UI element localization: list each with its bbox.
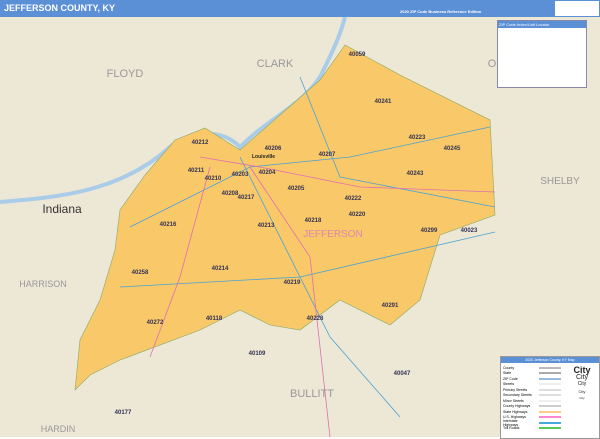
zip-label: 40212	[192, 140, 209, 146]
region-label: CLARK	[257, 58, 294, 70]
region-label: HARDIN	[41, 424, 76, 434]
legend-label: State Highways	[503, 409, 528, 414]
city-sample-smallest: City	[579, 396, 585, 400]
city-sample-smaller: City	[578, 389, 586, 394]
legend-swatch	[539, 377, 561, 380]
zip-label: 40059	[349, 52, 366, 58]
edition-label: 2020 ZIP Code Business Reference Edition	[400, 9, 482, 14]
legend-swatch	[539, 427, 561, 430]
zip-label: 40118	[206, 316, 223, 322]
legend-swatch	[539, 421, 561, 424]
legend-swatch	[539, 410, 561, 413]
city-sample-small: City	[577, 381, 587, 387]
zip-label: 40204	[259, 170, 276, 176]
zip-label: 40217	[238, 195, 255, 201]
legend-label: Secondary Streets	[503, 393, 532, 398]
legend-label: County Highways	[503, 404, 531, 409]
legend-title: 2020 Jefferson County, KY Map	[501, 357, 599, 363]
zip-label: 40299	[421, 228, 438, 234]
zip-label: 40207	[319, 152, 336, 158]
zip-label: 40222	[345, 196, 362, 202]
region-label: JEFFERSON	[303, 229, 362, 240]
publisher-logo	[555, 1, 599, 16]
legend-swatch	[539, 405, 561, 408]
zip-table-title: ZIP Code Index/Unit Locator	[498, 21, 586, 28]
zip-label: 40223	[409, 135, 426, 141]
zip-label: 40203	[232, 172, 249, 178]
legend-swatch	[539, 399, 561, 402]
zip-label: 40023	[461, 228, 478, 234]
legend-swatch	[539, 394, 561, 397]
zip-label: 40291	[382, 303, 399, 309]
region-label: Indiana	[42, 202, 82, 216]
legend-line-items: County State ZIP Code Streets Primary Street…	[501, 365, 561, 431]
legend-swatch	[539, 416, 561, 419]
map-header: JEFFERSON COUNTY, KY 2020 ZIP Code Busin…	[0, 0, 600, 17]
zip-label: 40211	[188, 168, 205, 174]
zip-label: 40245	[444, 146, 461, 152]
legend-swatch	[539, 372, 561, 375]
zip-label: 40206	[265, 146, 282, 152]
legend-label: State	[503, 371, 512, 376]
zip-label: 40208	[222, 191, 239, 197]
region-label: FLOYD	[107, 68, 144, 80]
legend-label: Toll Roads	[503, 426, 520, 431]
zip-label: 40272	[147, 320, 164, 326]
legend-swatch	[539, 388, 561, 391]
zip-label: 40228	[307, 316, 324, 322]
region-label: O	[488, 58, 497, 70]
map-legend: 2020 Jefferson County, KY Map County Stat…	[500, 356, 600, 439]
map-title: JEFFERSON COUNTY, KY	[4, 3, 116, 13]
zip-label: 40210	[205, 176, 222, 182]
zip-label: 40218	[305, 218, 322, 224]
zip-label: 40220	[349, 212, 366, 218]
legend-label: Minor Streets	[503, 398, 524, 403]
zip-label: 40047	[394, 371, 411, 377]
zip-label: 40258	[132, 270, 149, 276]
legend-label: County	[503, 365, 515, 370]
city-sample-medium: City	[575, 374, 589, 381]
zip-label: 40243	[407, 171, 424, 177]
legend-item: Toll Roads	[501, 426, 561, 432]
legend-label: ZIP Code	[503, 376, 518, 381]
zip-label: 40214	[212, 266, 229, 272]
zip-label: 40241	[375, 99, 392, 105]
legend-city-samples: City City City City City	[567, 365, 597, 402]
region-label: HARRISON	[19, 279, 67, 289]
zip-label: 40213	[258, 223, 275, 229]
city-sample-large: City	[573, 365, 591, 375]
zip-label: 40219	[284, 280, 301, 286]
region-label: BULLITT	[290, 388, 334, 400]
legend-swatch	[539, 366, 561, 369]
zip-label: 40109	[249, 351, 266, 357]
zip-label: 40216	[160, 222, 177, 228]
city-label: Louisville	[252, 154, 275, 160]
region-label: SHELBY	[540, 176, 580, 187]
legend-label: Primary Streets	[503, 387, 528, 392]
zip-index-table: ZIP Code Index/Unit Locator	[497, 20, 587, 88]
zip-label: 40205	[288, 186, 305, 192]
zip-label: 40177	[115, 410, 132, 416]
legend-swatch	[539, 383, 561, 386]
legend-label: Streets	[503, 382, 515, 387]
